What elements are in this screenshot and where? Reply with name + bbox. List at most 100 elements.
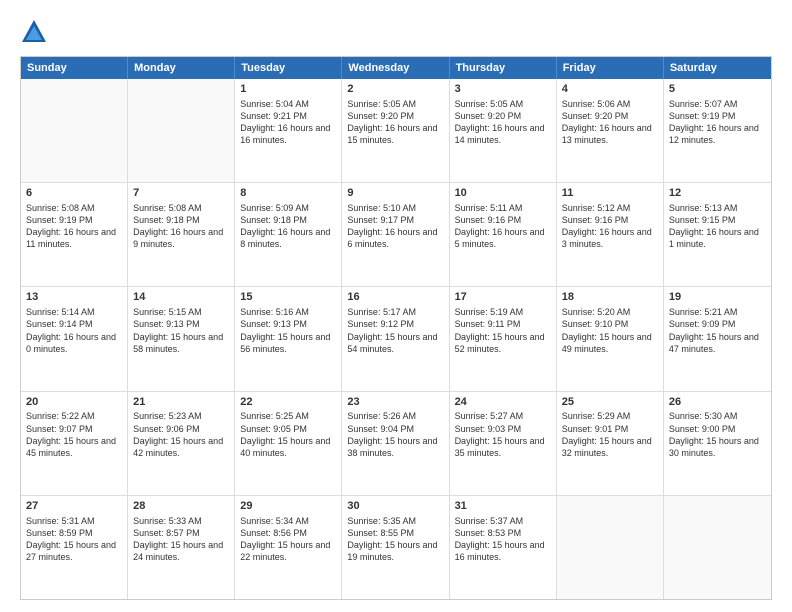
day-number: 31	[455, 499, 551, 514]
calendar-cell: 1Sunrise: 5:04 AMSunset: 9:21 PMDaylight…	[235, 79, 342, 182]
day-info: Sunrise: 5:29 AMSunset: 9:01 PMDaylight:…	[562, 410, 658, 459]
calendar-cell: 30Sunrise: 5:35 AMSunset: 8:55 PMDayligh…	[342, 496, 449, 599]
day-info: Sunrise: 5:04 AMSunset: 9:21 PMDaylight:…	[240, 98, 336, 147]
day-number: 23	[347, 395, 443, 410]
day-info: Sunrise: 5:31 AMSunset: 8:59 PMDaylight:…	[26, 515, 122, 564]
day-number: 11	[562, 186, 658, 201]
header	[20, 18, 772, 46]
weekday-header: Wednesday	[342, 57, 449, 79]
day-number: 20	[26, 395, 122, 410]
day-info: Sunrise: 5:17 AMSunset: 9:12 PMDaylight:…	[347, 306, 443, 355]
calendar-cell: 19Sunrise: 5:21 AMSunset: 9:09 PMDayligh…	[664, 287, 771, 390]
calendar-cell: 27Sunrise: 5:31 AMSunset: 8:59 PMDayligh…	[21, 496, 128, 599]
day-info: Sunrise: 5:19 AMSunset: 9:11 PMDaylight:…	[455, 306, 551, 355]
day-number: 1	[240, 82, 336, 97]
calendar-cell: 16Sunrise: 5:17 AMSunset: 9:12 PMDayligh…	[342, 287, 449, 390]
day-info: Sunrise: 5:06 AMSunset: 9:20 PMDaylight:…	[562, 98, 658, 147]
day-info: Sunrise: 5:05 AMSunset: 9:20 PMDaylight:…	[347, 98, 443, 147]
day-info: Sunrise: 5:20 AMSunset: 9:10 PMDaylight:…	[562, 306, 658, 355]
calendar-cell	[664, 496, 771, 599]
day-number: 10	[455, 186, 551, 201]
calendar-cell: 7Sunrise: 5:08 AMSunset: 9:18 PMDaylight…	[128, 183, 235, 286]
day-info: Sunrise: 5:05 AMSunset: 9:20 PMDaylight:…	[455, 98, 551, 147]
day-info: Sunrise: 5:27 AMSunset: 9:03 PMDaylight:…	[455, 410, 551, 459]
day-number: 5	[669, 82, 766, 97]
calendar-cell: 14Sunrise: 5:15 AMSunset: 9:13 PMDayligh…	[128, 287, 235, 390]
calendar-cell: 8Sunrise: 5:09 AMSunset: 9:18 PMDaylight…	[235, 183, 342, 286]
calendar-cell: 20Sunrise: 5:22 AMSunset: 9:07 PMDayligh…	[21, 392, 128, 495]
calendar-cell: 31Sunrise: 5:37 AMSunset: 8:53 PMDayligh…	[450, 496, 557, 599]
day-number: 25	[562, 395, 658, 410]
weekday-header: Saturday	[664, 57, 771, 79]
calendar-cell: 9Sunrise: 5:10 AMSunset: 9:17 PMDaylight…	[342, 183, 449, 286]
day-number: 8	[240, 186, 336, 201]
calendar-row: 20Sunrise: 5:22 AMSunset: 9:07 PMDayligh…	[21, 391, 771, 495]
day-info: Sunrise: 5:08 AMSunset: 9:19 PMDaylight:…	[26, 202, 122, 251]
day-info: Sunrise: 5:35 AMSunset: 8:55 PMDaylight:…	[347, 515, 443, 564]
day-info: Sunrise: 5:26 AMSunset: 9:04 PMDaylight:…	[347, 410, 443, 459]
calendar: SundayMondayTuesdayWednesdayThursdayFrid…	[20, 56, 772, 600]
calendar-cell: 24Sunrise: 5:27 AMSunset: 9:03 PMDayligh…	[450, 392, 557, 495]
day-info: Sunrise: 5:21 AMSunset: 9:09 PMDaylight:…	[669, 306, 766, 355]
day-info: Sunrise: 5:07 AMSunset: 9:19 PMDaylight:…	[669, 98, 766, 147]
day-info: Sunrise: 5:34 AMSunset: 8:56 PMDaylight:…	[240, 515, 336, 564]
day-number: 24	[455, 395, 551, 410]
day-number: 13	[26, 290, 122, 305]
day-number: 12	[669, 186, 766, 201]
day-number: 18	[562, 290, 658, 305]
weekday-header: Monday	[128, 57, 235, 79]
calendar-body: 1Sunrise: 5:04 AMSunset: 9:21 PMDaylight…	[21, 79, 771, 599]
calendar-cell	[21, 79, 128, 182]
calendar-cell: 5Sunrise: 5:07 AMSunset: 9:19 PMDaylight…	[664, 79, 771, 182]
weekday-header: Friday	[557, 57, 664, 79]
calendar-cell: 2Sunrise: 5:05 AMSunset: 9:20 PMDaylight…	[342, 79, 449, 182]
calendar-cell: 18Sunrise: 5:20 AMSunset: 9:10 PMDayligh…	[557, 287, 664, 390]
day-number: 19	[669, 290, 766, 305]
calendar-cell: 13Sunrise: 5:14 AMSunset: 9:14 PMDayligh…	[21, 287, 128, 390]
calendar-cell: 25Sunrise: 5:29 AMSunset: 9:01 PMDayligh…	[557, 392, 664, 495]
calendar-row: 1Sunrise: 5:04 AMSunset: 9:21 PMDaylight…	[21, 79, 771, 182]
calendar-cell: 6Sunrise: 5:08 AMSunset: 9:19 PMDaylight…	[21, 183, 128, 286]
day-number: 16	[347, 290, 443, 305]
day-info: Sunrise: 5:14 AMSunset: 9:14 PMDaylight:…	[26, 306, 122, 355]
day-info: Sunrise: 5:25 AMSunset: 9:05 PMDaylight:…	[240, 410, 336, 459]
day-info: Sunrise: 5:12 AMSunset: 9:16 PMDaylight:…	[562, 202, 658, 251]
day-number: 15	[240, 290, 336, 305]
day-info: Sunrise: 5:22 AMSunset: 9:07 PMDaylight:…	[26, 410, 122, 459]
day-number: 3	[455, 82, 551, 97]
calendar-cell: 29Sunrise: 5:34 AMSunset: 8:56 PMDayligh…	[235, 496, 342, 599]
day-info: Sunrise: 5:33 AMSunset: 8:57 PMDaylight:…	[133, 515, 229, 564]
day-info: Sunrise: 5:13 AMSunset: 9:15 PMDaylight:…	[669, 202, 766, 251]
day-number: 30	[347, 499, 443, 514]
day-number: 6	[26, 186, 122, 201]
calendar-cell: 23Sunrise: 5:26 AMSunset: 9:04 PMDayligh…	[342, 392, 449, 495]
day-info: Sunrise: 5:10 AMSunset: 9:17 PMDaylight:…	[347, 202, 443, 251]
calendar-cell: 12Sunrise: 5:13 AMSunset: 9:15 PMDayligh…	[664, 183, 771, 286]
day-info: Sunrise: 5:08 AMSunset: 9:18 PMDaylight:…	[133, 202, 229, 251]
calendar-cell: 11Sunrise: 5:12 AMSunset: 9:16 PMDayligh…	[557, 183, 664, 286]
calendar-cell: 28Sunrise: 5:33 AMSunset: 8:57 PMDayligh…	[128, 496, 235, 599]
day-number: 9	[347, 186, 443, 201]
weekday-header: Sunday	[21, 57, 128, 79]
calendar-row: 6Sunrise: 5:08 AMSunset: 9:19 PMDaylight…	[21, 182, 771, 286]
calendar-cell: 4Sunrise: 5:06 AMSunset: 9:20 PMDaylight…	[557, 79, 664, 182]
day-info: Sunrise: 5:15 AMSunset: 9:13 PMDaylight:…	[133, 306, 229, 355]
day-number: 29	[240, 499, 336, 514]
day-number: 14	[133, 290, 229, 305]
day-number: 21	[133, 395, 229, 410]
calendar-row: 27Sunrise: 5:31 AMSunset: 8:59 PMDayligh…	[21, 495, 771, 599]
calendar-cell	[128, 79, 235, 182]
calendar-header: SundayMondayTuesdayWednesdayThursdayFrid…	[21, 57, 771, 79]
calendar-row: 13Sunrise: 5:14 AMSunset: 9:14 PMDayligh…	[21, 286, 771, 390]
calendar-cell: 22Sunrise: 5:25 AMSunset: 9:05 PMDayligh…	[235, 392, 342, 495]
calendar-cell: 10Sunrise: 5:11 AMSunset: 9:16 PMDayligh…	[450, 183, 557, 286]
day-number: 28	[133, 499, 229, 514]
day-info: Sunrise: 5:30 AMSunset: 9:00 PMDaylight:…	[669, 410, 766, 459]
logo-icon	[20, 18, 48, 46]
weekday-header: Tuesday	[235, 57, 342, 79]
day-number: 22	[240, 395, 336, 410]
calendar-cell: 21Sunrise: 5:23 AMSunset: 9:06 PMDayligh…	[128, 392, 235, 495]
logo	[20, 18, 52, 46]
calendar-cell: 26Sunrise: 5:30 AMSunset: 9:00 PMDayligh…	[664, 392, 771, 495]
day-info: Sunrise: 5:09 AMSunset: 9:18 PMDaylight:…	[240, 202, 336, 251]
